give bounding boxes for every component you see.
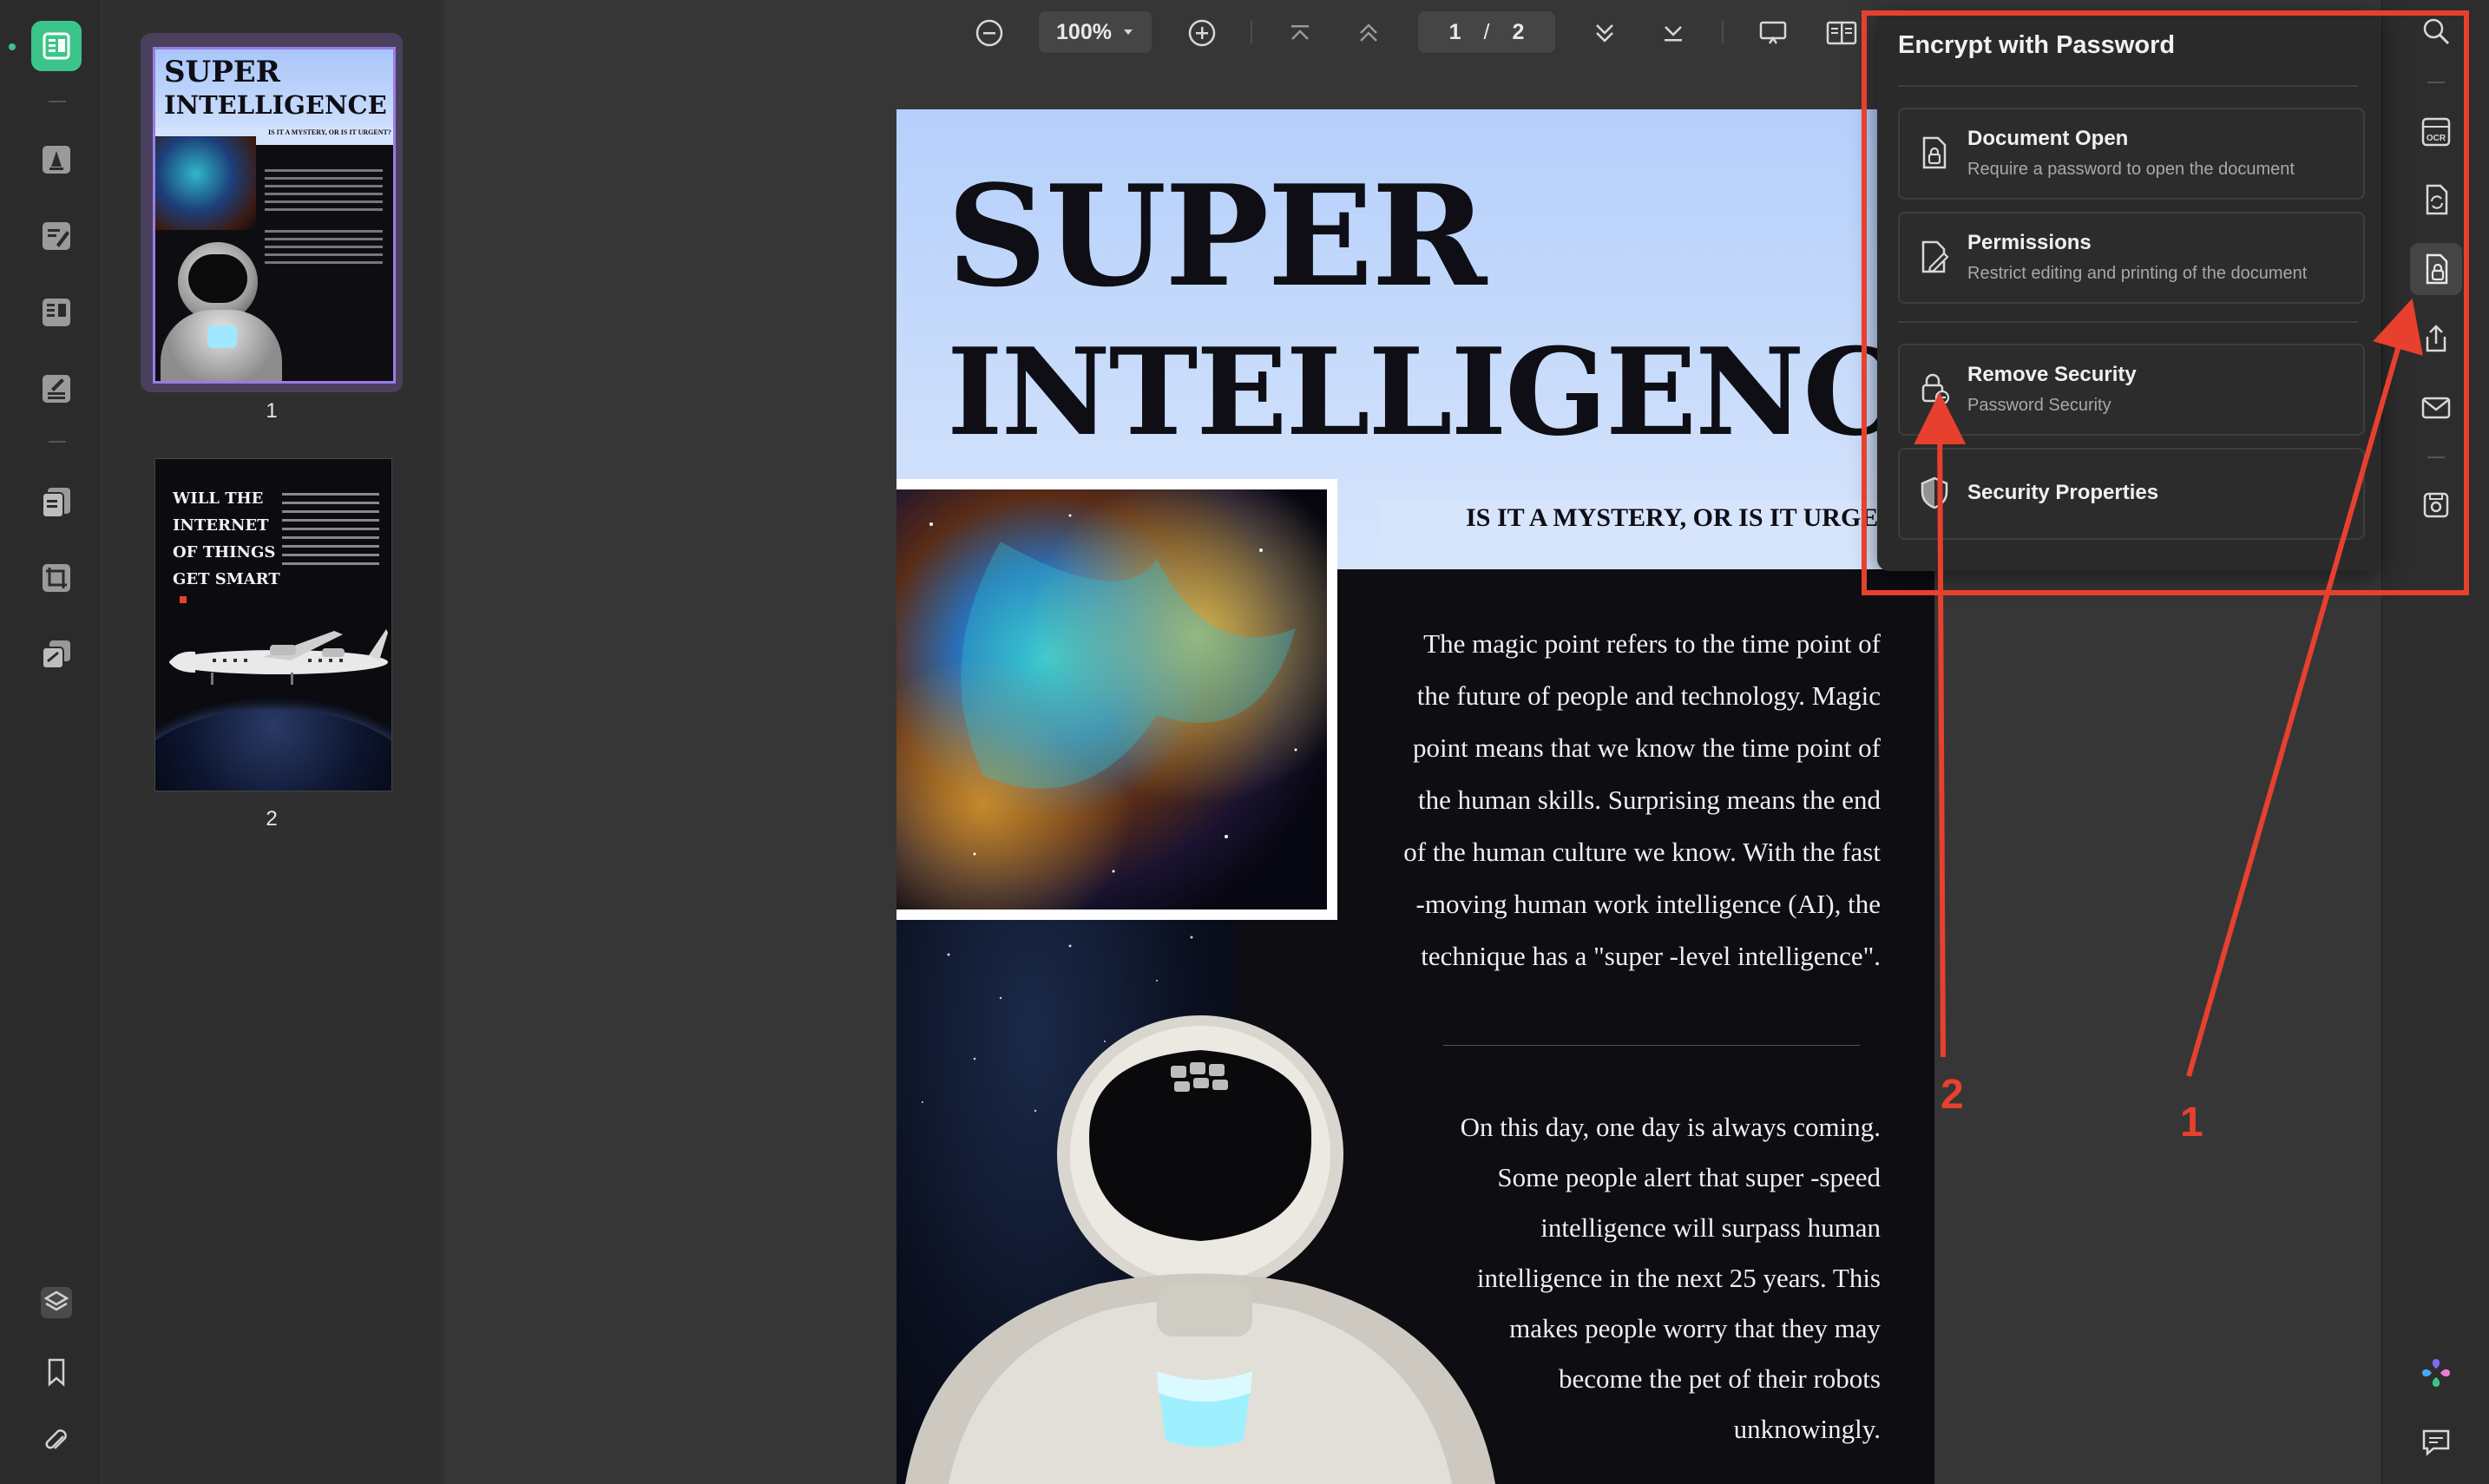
left-tool-rail	[0, 0, 99, 1484]
thumbnail-2-airplane-image	[169, 629, 388, 685]
layers-icon	[41, 1287, 72, 1318]
chevron-down-icon	[1123, 30, 1133, 35]
reader-mode-button[interactable]	[31, 21, 82, 71]
comment-icon	[2422, 1429, 2450, 1456]
first-page-icon	[1291, 25, 1309, 40]
edit-text-icon	[43, 222, 70, 250]
thumbnail-1-title-line2: INTELLIGENCE	[164, 90, 387, 120]
zoom-level-value: 100%	[1056, 19, 1112, 44]
bookmark-button[interactable]	[31, 1347, 82, 1397]
document-title-line1: SUPER	[947, 154, 1487, 318]
paperclip-icon	[45, 1429, 67, 1449]
thumbnail-1-title-line1: SUPER	[164, 55, 280, 89]
active-indicator-dot	[9, 43, 16, 50]
total-pages: 2	[1512, 19, 1525, 44]
thumbnail-1-nebula-image	[155, 136, 256, 230]
next-page-button[interactable]	[1586, 14, 1624, 52]
edit-pdf-button[interactable]	[31, 211, 82, 261]
double-chevron-down-icon	[1596, 24, 1613, 43]
pages-icon	[42, 488, 70, 518]
two-page-view-icon	[1826, 21, 1857, 45]
page-display-button[interactable]	[1822, 14, 1862, 52]
toolbar-divider	[1251, 21, 1252, 43]
layers-button[interactable]	[31, 1277, 82, 1328]
thumbnail-2-title: WILL THE INTERNET OF THINGS GET SMART	[173, 489, 280, 588]
paragraph-2: On this day, one day is always coming. S…	[1460, 1112, 1881, 1444]
rail-divider	[49, 441, 66, 443]
double-chevron-up-icon	[1360, 23, 1377, 42]
last-page-icon	[1665, 26, 1682, 42]
first-page-button[interactable]	[1281, 14, 1319, 52]
attachment-button[interactable]	[31, 1416, 82, 1467]
thumbnail-pane: SUPER INTELLIGENCE IS IT A MYSTERY, OR I…	[99, 0, 444, 1484]
comment-highlight-button[interactable]	[31, 135, 82, 185]
zoom-in-icon	[1188, 19, 1216, 47]
thumbnail-2-earth-image	[155, 709, 391, 791]
zoom-in-button[interactable]	[1183, 14, 1221, 52]
current-page-input[interactable]: 1	[1449, 20, 1461, 45]
toolbar-divider	[1722, 21, 1724, 43]
paragraph-1: The magic point refers to the time point…	[1403, 628, 1881, 971]
rail-divider	[49, 101, 66, 102]
comments-panel-button[interactable]	[2410, 1416, 2462, 1468]
thumbnail-2-number: 2	[266, 807, 278, 831]
annotation-highlight-box	[1862, 10, 2469, 595]
paragraph-divider	[1443, 1045, 1860, 1046]
thumbnail-page-2[interactable]: WILL THE INTERNET OF THINGS GET SMART	[154, 458, 392, 791]
zoom-out-icon	[975, 19, 1003, 47]
form-button[interactable]	[31, 364, 82, 414]
stack-icon	[42, 640, 70, 669]
previous-page-button[interactable]	[1350, 14, 1388, 52]
presentation-icon	[1759, 21, 1787, 44]
page-layout-button[interactable]	[31, 287, 82, 338]
crop-button[interactable]	[31, 553, 82, 603]
page-separator: /	[1483, 19, 1490, 44]
reader-icon	[43, 32, 70, 60]
zoom-level-dropdown[interactable]: 100%	[1039, 11, 1152, 53]
document-page-1: SUPER INTELLIGENCE IS IT A MYSTERY, OR I…	[896, 109, 1934, 1484]
bookmark-icon	[48, 1358, 65, 1387]
organize-pages-button[interactable]	[31, 476, 82, 527]
nebula-image-frame	[896, 479, 1337, 920]
slideshow-button[interactable]	[1753, 14, 1793, 52]
document-title-line2: INTELLIGENCE	[947, 321, 1934, 463]
nebula-image	[896, 489, 1327, 909]
batch-tools-button[interactable]	[31, 629, 82, 680]
zoom-out-button[interactable]	[970, 14, 1008, 52]
page-number-field[interactable]: 1 / 2	[1418, 11, 1555, 53]
thumbnail-1-text-lines	[265, 164, 383, 269]
last-page-button[interactable]	[1654, 14, 1692, 52]
crop-icon	[43, 564, 70, 592]
thumbnail-1-number: 1	[266, 399, 278, 423]
thumbnail-2-text-lines	[282, 487, 379, 571]
highlighter-icon	[43, 146, 70, 174]
ai-assistant-button[interactable]	[2410, 1347, 2462, 1399]
form-edit-icon	[43, 375, 70, 403]
annotation-label-1: 1	[2180, 1100, 2203, 1146]
ai-assistant-icon	[2422, 1359, 2450, 1387]
thumbnail-1-subtitle: IS IT A MYSTERY, OR IS IT URGENT?	[268, 128, 391, 136]
thumbnail-page-1-preview: SUPER INTELLIGENCE IS IT A MYSTERY, OR I…	[153, 47, 396, 384]
thumbnail-page-1[interactable]: SUPER INTELLIGENCE IS IT A MYSTERY, OR I…	[141, 33, 403, 392]
thumbnail-2-red-marker	[180, 596, 187, 603]
annotation-label-2: 2	[1941, 1072, 1964, 1118]
document-subtitle: IS IT A MYSTERY, OR IS IT URGENT?	[1466, 503, 1927, 532]
layout-icon	[43, 299, 70, 326]
